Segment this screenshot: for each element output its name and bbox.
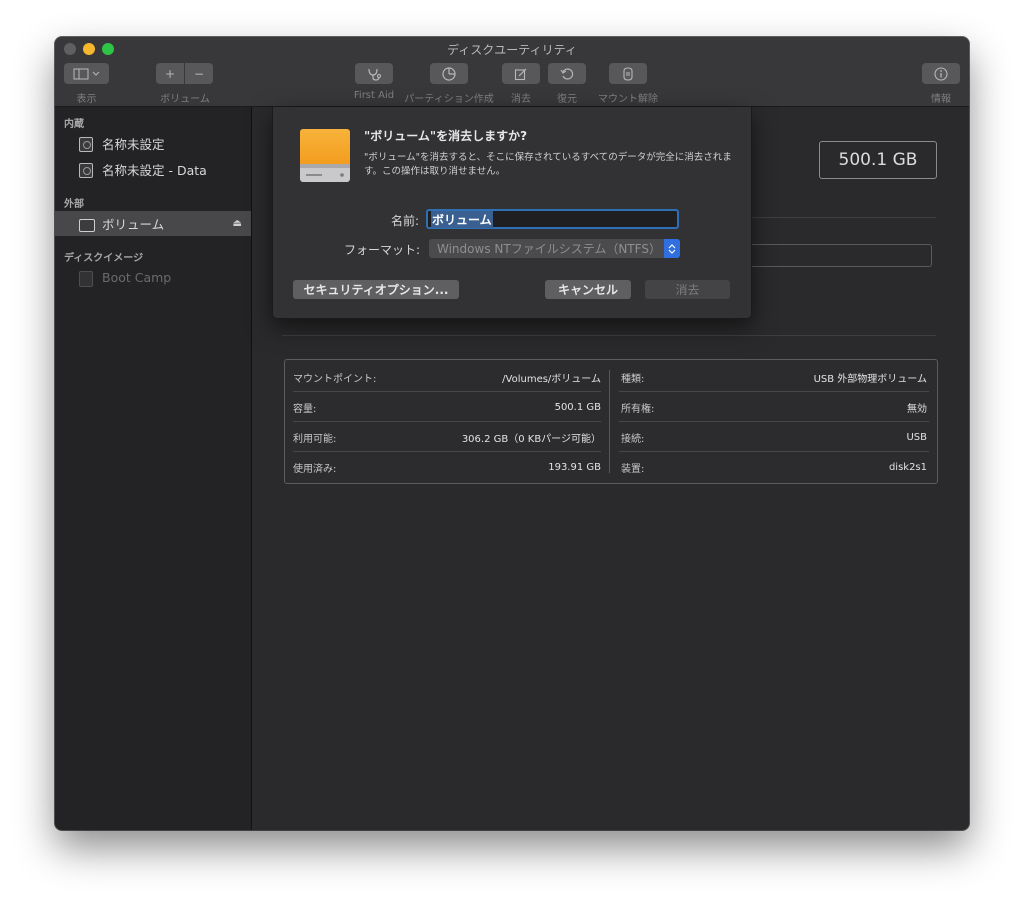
info-row: 使用済み: 193.91 GB [285, 452, 609, 482]
unmount-label: マウント解除 [598, 94, 658, 105]
sidebar-header-external: 外部 [64, 199, 84, 210]
info-value: 500.1 GB [554, 401, 601, 413]
name-input[interactable]: ボリューム [426, 209, 679, 229]
volume-label: ボリューム [160, 94, 210, 105]
dialog-message: "ボリューム"を消去すると、そこに保存されているすべてのデータが完全に消去されま… [364, 152, 732, 177]
info-row: 利用可能: 306.2 GB（0 KBパージ可能） [285, 422, 609, 452]
unmount-button[interactable] [609, 63, 647, 84]
info-icon [934, 66, 948, 81]
column-divider [609, 370, 610, 473]
disk-utility-window: ディスクユーティリティ 表示 + − ボリューム First Aid パーティシ… [55, 37, 969, 830]
partition-label: パーティション作成 [404, 94, 494, 105]
format-label: フォーマット: [343, 243, 420, 257]
info-key: 容量: [293, 403, 317, 415]
disk-image-icon [79, 270, 93, 287]
info-key: 種類: [621, 373, 645, 385]
info-value: 193.91 GB [548, 461, 601, 473]
dialog-title: "ボリューム"を消去しますか? [364, 129, 528, 143]
unmount-icon [623, 66, 633, 81]
sidebar: 内蔵 名称未設定 名称未設定 - Data 外部 ボリューム ⏏ ディスクイメー… [55, 107, 252, 830]
info-row: 接続: USB [611, 422, 937, 452]
info-key: 使用済み: [293, 463, 337, 475]
sidebar-item-boot-camp[interactable]: Boot Camp [55, 265, 251, 290]
info-row: 容量: 500.1 GB [285, 392, 609, 422]
sidebar-item-label: ボリューム [102, 217, 165, 232]
info-key: 利用可能: [293, 433, 337, 445]
volume-info-table: マウントポイント: /Volumes/ボリューム 容量: 500.1 GB 利用… [284, 359, 938, 484]
info-label: 情報 [931, 94, 951, 105]
info-row: 種類: USB 外部物理ボリューム [611, 362, 937, 392]
first-aid-button[interactable] [355, 63, 393, 84]
cancel-button[interactable]: キャンセル [545, 280, 631, 299]
view-label: 表示 [76, 94, 97, 105]
name-label: 名前: [390, 214, 419, 228]
partition-button[interactable] [430, 63, 468, 84]
sidebar-item-label: Boot Camp [102, 270, 172, 285]
external-drive-icon [300, 129, 350, 182]
erase-button[interactable] [502, 63, 540, 84]
security-options-button[interactable]: セキュリティオプション... [293, 280, 459, 299]
toolbar: ディスクユーティリティ 表示 + − ボリューム First Aid パーティシ… [55, 37, 969, 107]
info-value: disk2s1 [888, 461, 927, 473]
info-column-right: 種類: USB 外部物理ボリューム 所有権: 無効 接続: USB 装置: di… [611, 360, 937, 483]
info-key: 装置: [621, 463, 645, 475]
first-aid-label: First Aid [353, 90, 395, 101]
info-value: 306.2 GB（0 KBパージ可能） [461, 433, 601, 445]
info-value: USB 外部物理ボリューム [813, 373, 927, 385]
sidebar-item-label: 名称未設定 [102, 137, 165, 152]
name-input-value: ボリューム [431, 210, 493, 228]
restore-arrow-icon [560, 67, 574, 80]
eject-icon[interactable]: ⏏ [233, 218, 242, 229]
format-select[interactable]: Windows NTファイルシステム（NTFS） [429, 239, 680, 258]
restore-label: 復元 [557, 94, 577, 105]
external-disk-icon [79, 218, 95, 232]
info-key: 所有権: [621, 403, 655, 415]
info-value: 無効 [907, 403, 927, 415]
sidebar-item-label: 名称未設定 - Data [102, 163, 207, 178]
remove-volume-button[interactable]: − [185, 63, 213, 84]
restore-button[interactable] [548, 63, 586, 84]
add-volume-button[interactable]: + [156, 63, 184, 84]
erase-dialog: "ボリューム"を消去しますか? "ボリューム"を消去すると、そこに保存されている… [272, 107, 752, 319]
divider [282, 335, 936, 336]
info-value: /Volumes/ボリューム [502, 373, 601, 385]
erase-icon [514, 68, 527, 80]
info-key: 接続: [621, 433, 645, 445]
plus-icon: + [164, 66, 176, 81]
sidebar-item-internal-disk[interactable]: 名称未設定 [55, 131, 251, 156]
partition-pie-icon [442, 66, 456, 81]
window-title: ディスクユーティリティ [447, 43, 577, 57]
sidebar-icon [73, 68, 99, 79]
sidebar-header-internal: 内蔵 [64, 119, 84, 130]
sidebar-item-internal-data[interactable]: 名称未設定 - Data [55, 157, 251, 182]
internal-disk-icon [79, 162, 93, 178]
info-column-left: マウントポイント: /Volumes/ボリューム 容量: 500.1 GB 利用… [285, 360, 609, 483]
info-row: 所有権: 無効 [611, 392, 937, 422]
chevron-updown-icon [664, 239, 680, 258]
sidebar-header-disk-images: ディスクイメージ [64, 253, 144, 264]
capacity-display: 500.1 GB [819, 141, 937, 179]
info-key: マウントポイント: [293, 373, 377, 385]
usage-bar [732, 244, 932, 267]
info-value: USB [906, 431, 927, 443]
view-button[interactable] [64, 63, 109, 84]
internal-disk-icon [79, 136, 93, 152]
info-row: マウントポイント: /Volumes/ボリューム [285, 362, 609, 392]
info-button[interactable] [922, 63, 960, 84]
erase-label: 消去 [511, 94, 531, 105]
format-select-value: Windows NTファイルシステム（NTFS） [437, 242, 661, 256]
stethoscope-icon [368, 68, 381, 81]
erase-confirm-button[interactable]: 消去 [645, 280, 730, 299]
info-row: 装置: disk2s1 [611, 452, 937, 482]
minus-icon: − [193, 66, 205, 81]
sidebar-item-external-volume[interactable]: ボリューム ⏏ [55, 211, 251, 236]
